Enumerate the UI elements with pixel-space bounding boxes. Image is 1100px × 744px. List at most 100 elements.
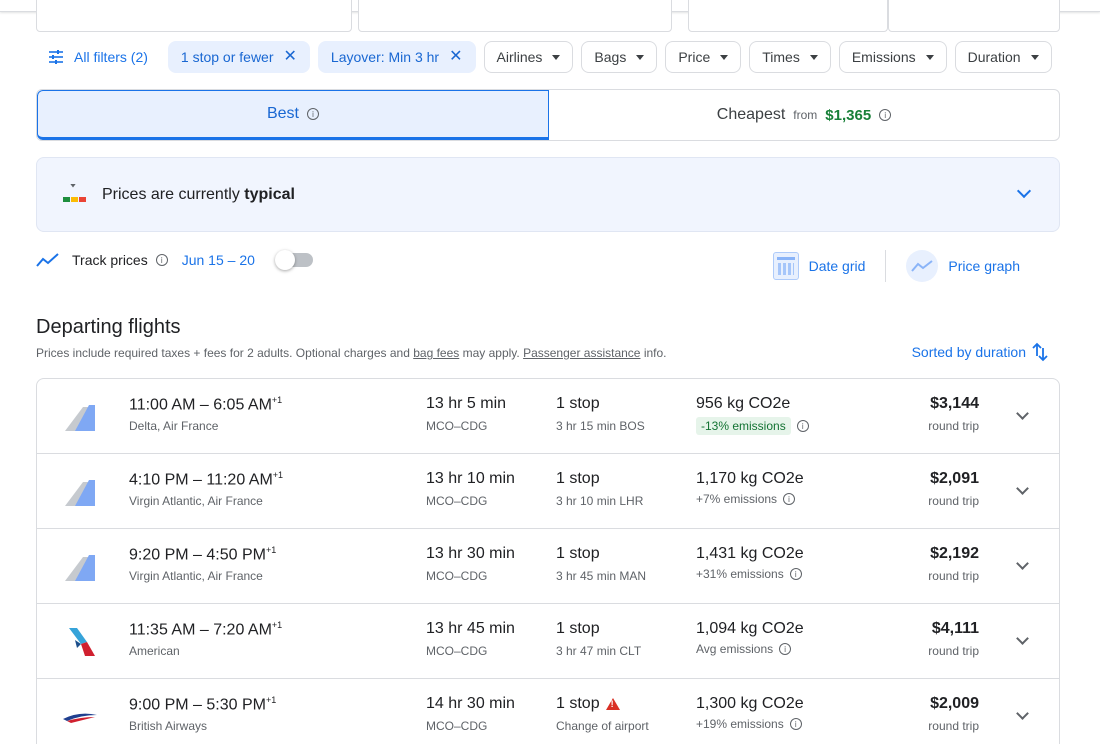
- close-icon[interactable]: ✕: [284, 49, 297, 65]
- price-insight-banner[interactable]: Prices are currently typical: [36, 157, 1060, 232]
- filter-chip-emissions[interactable]: Emissions: [838, 41, 947, 73]
- dropdown-caret-icon: [636, 54, 645, 60]
- bag-fees-link[interactable]: bag fees: [413, 346, 459, 360]
- next-day-marker: +1: [272, 470, 284, 480]
- all-filters-label: All filters (2): [74, 49, 148, 65]
- filter-chip-bags[interactable]: Bags: [581, 41, 658, 73]
- stops-text: 1 stop: [556, 395, 600, 412]
- tab-best-label: Best: [266, 105, 299, 122]
- info-icon[interactable]: i: [796, 420, 809, 432]
- info-icon[interactable]: i: [155, 254, 168, 266]
- filter-chip-stops[interactable]: 1 stop or fewer ✕: [167, 41, 310, 73]
- chip-label: Duration: [967, 49, 1021, 65]
- cheapest-price: $1,365: [825, 106, 872, 124]
- chevron-down-icon[interactable]: [1016, 707, 1029, 720]
- airfrance-tail-icon: [65, 555, 95, 581]
- return-date-field[interactable]: [888, 0, 1060, 32]
- co2-amount: 956 kg CO2e: [696, 395, 791, 412]
- flight-row[interactable]: 11:35 AM – 7:20 AM+1 American 13 hr 45 m…: [37, 604, 1059, 679]
- airfrance-tail-icon: [65, 405, 95, 431]
- origin-field[interactable]: [36, 0, 352, 32]
- price-block: $2,091 round trip: [928, 470, 979, 508]
- note-text: may apply.: [459, 346, 524, 360]
- route: MCO–CDG: [426, 644, 488, 658]
- flight-row[interactable]: 11:00 AM – 6:05 AM+1 Delta, Air France 1…: [37, 379, 1059, 454]
- filter-chip-times[interactable]: Times: [749, 41, 831, 73]
- trip-type: round trip: [928, 419, 979, 433]
- close-icon[interactable]: ✕: [449, 49, 462, 65]
- flight-times: 9:20 PM – 4:50 PM+1: [129, 545, 276, 564]
- next-day-marker: +1: [271, 620, 283, 630]
- price-graph-button[interactable]: Price graph: [885, 250, 1040, 282]
- tab-cheapest[interactable]: Cheapest from $1,365 i: [549, 90, 1059, 140]
- chip-label: 1 stop or fewer: [180, 49, 274, 65]
- insight-prefix: Prices are currently: [102, 185, 245, 203]
- emissions-text: +7% emissions: [696, 492, 778, 506]
- chevron-down-icon[interactable]: [1016, 632, 1029, 645]
- flight-list: 11:00 AM – 6:05 AM+1 Delta, Air France 1…: [36, 378, 1060, 744]
- chevron-down-icon[interactable]: [1016, 183, 1032, 199]
- from-label: from: [793, 108, 818, 122]
- filter-chip-airlines[interactable]: Airlines: [483, 41, 574, 73]
- airfrance-tail-icon: [65, 480, 95, 506]
- filter-chip-duration[interactable]: Duration: [954, 41, 1052, 73]
- info-icon[interactable]: i: [879, 109, 892, 121]
- chip-label: Emissions: [851, 49, 916, 65]
- tab-best[interactable]: Best i: [37, 90, 549, 140]
- chevron-down-icon[interactable]: [1016, 482, 1029, 495]
- chip-label: Bags: [594, 49, 627, 65]
- price: $2,091: [930, 470, 979, 487]
- passenger-assistance-link[interactable]: Passenger assistance: [523, 346, 640, 360]
- emissions-text: +19% emissions: [696, 717, 784, 731]
- dropdown-caret-icon: [1030, 54, 1039, 60]
- info-icon[interactable]: i: [779, 643, 792, 655]
- layover-info: Change of airport: [556, 719, 649, 733]
- flight-duration: 13 hr 45 min: [426, 620, 515, 637]
- flight-row[interactable]: 9:00 PM – 5:30 PM+1 British Airways 14 h…: [37, 679, 1059, 744]
- stops-text: 1 stop: [556, 620, 600, 637]
- stops: 1 stop: [556, 545, 600, 563]
- emissions-text: +31% emissions: [696, 567, 784, 581]
- price-graph-label: Price graph: [948, 258, 1020, 274]
- flight-row[interactable]: 9:20 PM – 4:50 PM+1 Virgin Atlantic, Air…: [37, 529, 1059, 604]
- chip-label: Layover: Min 3 hr: [330, 49, 440, 65]
- dropdown-caret-icon: [809, 54, 818, 60]
- price-block: $3,144 round trip: [928, 395, 979, 433]
- destination-field[interactable]: [358, 0, 672, 32]
- emissions: Avg emissions i: [696, 642, 792, 656]
- british-airways-ribbon-icon: [63, 713, 97, 723]
- toggle-knob: [274, 250, 295, 270]
- chevron-down-icon[interactable]: [1016, 407, 1029, 420]
- next-day-marker: +1: [265, 695, 277, 705]
- calendar-grid-icon: [772, 252, 799, 280]
- tab-cheapest-label: Cheapest: [716, 106, 786, 123]
- flight-duration: 13 hr 30 min: [426, 545, 515, 562]
- track-dates[interactable]: Jun 15 – 20: [182, 252, 255, 268]
- layover-info: 3 hr 47 min CLT: [556, 644, 642, 658]
- times-text: 9:20 PM – 4:50 PM: [129, 546, 266, 564]
- flight-row[interactable]: 4:10 PM – 11:20 AM+1 Virgin Atlantic, Ai…: [37, 454, 1059, 529]
- emissions-text: Avg emissions: [696, 642, 774, 656]
- next-day-marker: +1: [271, 395, 283, 405]
- sort-button[interactable]: Sorted by duration: [912, 342, 1048, 362]
- chevron-down-icon[interactable]: [1016, 557, 1029, 570]
- airline-name: Virgin Atlantic, Air France: [129, 494, 263, 508]
- line-graph-icon: [906, 250, 939, 282]
- all-filters-button[interactable]: All filters (2): [36, 41, 160, 73]
- emissions: +31% emissions i: [696, 567, 802, 581]
- info-icon[interactable]: i: [789, 718, 802, 730]
- info-icon[interactable]: i: [789, 568, 802, 580]
- track-prices-toggle[interactable]: [274, 250, 313, 270]
- info-icon[interactable]: i: [307, 108, 319, 120]
- flight-times: 11:00 AM – 6:05 AM+1: [129, 395, 282, 414]
- departure-date-field[interactable]: [688, 0, 888, 32]
- filter-chip-price[interactable]: Price: [665, 41, 742, 73]
- layover-info: 3 hr 45 min MAN: [556, 569, 647, 583]
- price-disclaimer: Prices include required taxes + fees for…: [36, 346, 667, 360]
- date-grid-button[interactable]: Date grid: [753, 252, 886, 280]
- trip-type: round trip: [928, 494, 979, 508]
- price-insight-text: Prices are currently typical: [102, 186, 295, 204]
- info-icon[interactable]: i: [783, 493, 796, 505]
- filter-chip-layover[interactable]: Layover: Min 3 hr ✕: [317, 41, 476, 73]
- emissions: +7% emissions i: [696, 492, 796, 506]
